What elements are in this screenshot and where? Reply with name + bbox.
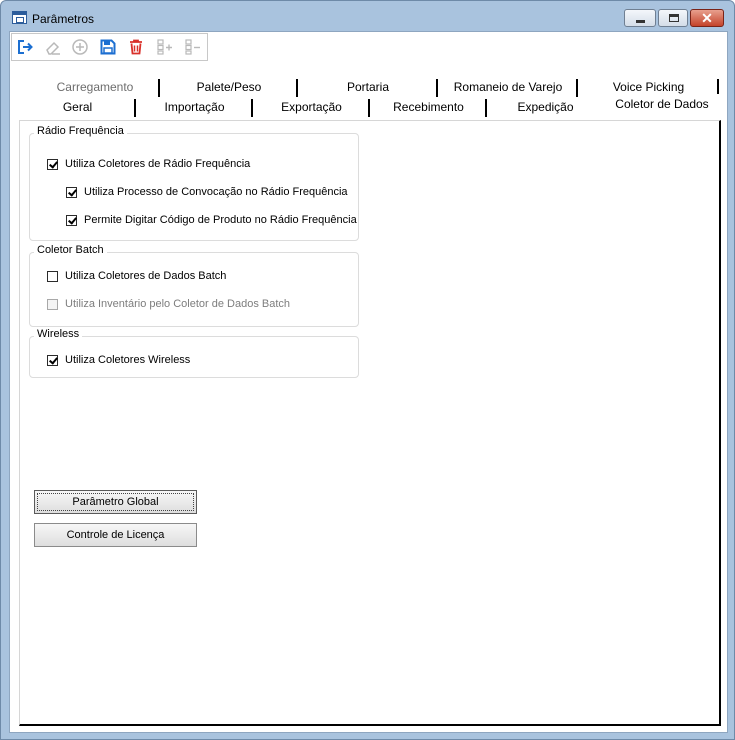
remove-row-button[interactable] <box>182 36 204 58</box>
title-bar[interactable]: Parâmetros ✕ <box>1 1 734 31</box>
checkbox-box[interactable] <box>66 186 77 198</box>
add-button[interactable] <box>69 36 91 58</box>
add-row-button[interactable] <box>154 36 176 58</box>
tab-exportacao[interactable]: Exportação <box>253 97 370 117</box>
tab-label: Coletor de Dados <box>615 97 709 111</box>
checkbox-digitar-codigo-produto[interactable]: Permite Digitar Código de Produto no Rád… <box>66 214 357 226</box>
tab-label: Recebimento <box>393 100 464 114</box>
close-icon: ✕ <box>701 10 713 26</box>
checkbox-label: Utiliza Inventário pelo Coletor de Dados… <box>65 298 291 310</box>
tab-expedicao[interactable]: Expedição <box>487 97 604 117</box>
checkbox-box[interactable] <box>47 298 58 310</box>
tab-label: Romaneio de Varejo <box>453 80 563 94</box>
checkbox-coletores-batch[interactable]: Utiliza Coletores de Dados Batch <box>47 270 226 282</box>
checkbox-label: Utiliza Coletores Wireless <box>65 354 191 366</box>
checkbox-coletores-wireless[interactable]: Utiliza Coletores Wireless <box>47 354 190 366</box>
maximize-icon <box>669 14 679 22</box>
tab-portaria[interactable]: Portaria <box>298 77 438 97</box>
parametro-global-button[interactable]: Parâmetro Global <box>34 490 197 514</box>
tab-importacao[interactable]: Importação <box>136 97 253 117</box>
clear-button[interactable] <box>42 36 64 58</box>
checkbox-box[interactable] <box>47 354 58 366</box>
tab-label: Importação <box>164 100 225 114</box>
group-title: Wireless <box>34 328 83 340</box>
delete-button[interactable] <box>125 36 147 58</box>
tab-label: Voice Picking <box>612 80 685 94</box>
checkbox-processo-convocacao[interactable]: Utiliza Processo de Convocação no Rádio … <box>66 186 348 198</box>
tab-label: Portaria <box>346 80 390 94</box>
tab-label: Geral <box>62 100 93 114</box>
controle-de-licenca-button[interactable]: Controle de Licença <box>34 523 197 547</box>
add-circle-icon <box>72 39 88 55</box>
checkbox-box[interactable] <box>47 270 58 282</box>
client-area: Carregamento Palete/Peso Portaria Romane… <box>9 31 728 733</box>
tab-carregamento[interactable]: Carregamento <box>30 77 160 97</box>
maximize-button[interactable] <box>658 9 688 27</box>
tab-panel-coletor-de-dados: Rádio Frequência Utiliza Coletores de Rá… <box>19 120 721 726</box>
tab-label: Expedição <box>517 100 574 114</box>
close-button[interactable]: ✕ <box>690 9 724 27</box>
save-button[interactable] <box>97 36 119 58</box>
tab-romaneio-de-varejo[interactable]: Romaneio de Varejo <box>438 77 578 97</box>
exit-icon <box>18 40 33 54</box>
group-title: Rádio Frequência <box>34 125 127 137</box>
checkbox-label: Permite Digitar Código de Produto no Rád… <box>84 214 357 226</box>
tab-label: Carregamento <box>56 80 134 94</box>
checkbox-box[interactable] <box>47 158 58 170</box>
tab-palete-peso[interactable]: Palete/Peso <box>160 77 298 97</box>
tab-row-lower: Geral Importação Exportação Recebimento … <box>10 94 729 119</box>
checkbox-label: Utiliza Coletores de Dados Batch <box>65 270 227 282</box>
delete-icon <box>130 39 142 55</box>
parameters-window: Parâmetros ✕ Carregamento Palete/Peso Po… <box>0 0 735 740</box>
minimize-button[interactable] <box>624 9 656 27</box>
group-title: Coletor Batch <box>34 244 107 256</box>
add-row-icon <box>157 39 172 55</box>
checkbox-label: Utiliza Processo de Convocação no Rádio … <box>84 186 348 198</box>
tab-geral[interactable]: Geral <box>19 97 136 117</box>
checkbox-inventario-batch[interactable]: Utiliza Inventário pelo Coletor de Dados… <box>47 298 290 310</box>
group-wireless: Wireless Utiliza Coletores Wireless <box>29 328 359 378</box>
eraser-icon <box>46 41 60 55</box>
exit-button[interactable] <box>14 36 36 58</box>
tab-coletor-de-dados[interactable]: Coletor de Dados <box>604 94 720 114</box>
checkbox-label: Utiliza Coletores de Rádio Frequência <box>65 158 251 170</box>
save-icon <box>100 39 116 55</box>
tab-label: Palete/Peso <box>196 80 262 94</box>
toolbar <box>11 33 208 61</box>
button-label: Controle de Licença <box>66 529 165 541</box>
window-app-icon <box>12 11 27 24</box>
group-radio-frequencia: Rádio Frequência Utiliza Coletores de Rá… <box>29 125 359 241</box>
window-title: Parâmetros <box>32 12 95 26</box>
minimize-icon <box>636 20 645 23</box>
checkbox-box[interactable] <box>66 214 77 226</box>
group-coletor-batch: Coletor Batch Utiliza Coletores de Dados… <box>29 244 359 327</box>
checkbox-utiliza-coletores-rf[interactable]: Utiliza Coletores de Rádio Frequência <box>47 158 250 170</box>
tab-label: Exportação <box>281 100 342 114</box>
tab-recebimento[interactable]: Recebimento <box>370 97 487 117</box>
remove-row-icon <box>185 39 200 55</box>
